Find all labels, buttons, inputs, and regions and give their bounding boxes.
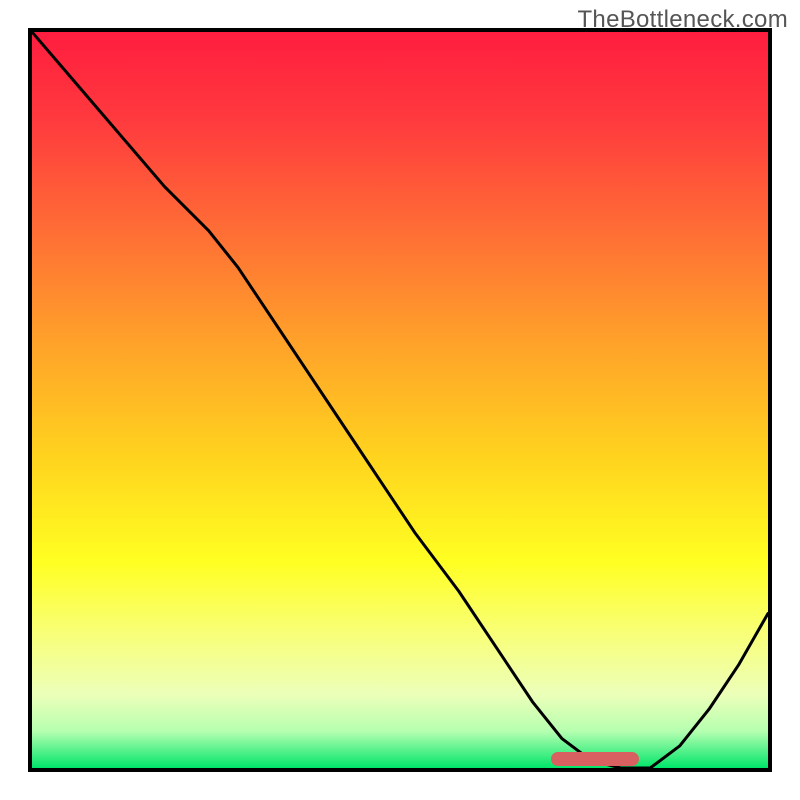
optimum-marker	[551, 752, 639, 766]
bottleneck-curve	[32, 32, 768, 768]
plot-area	[28, 28, 772, 772]
chart-canvas: TheBottleneck.com	[0, 0, 800, 800]
